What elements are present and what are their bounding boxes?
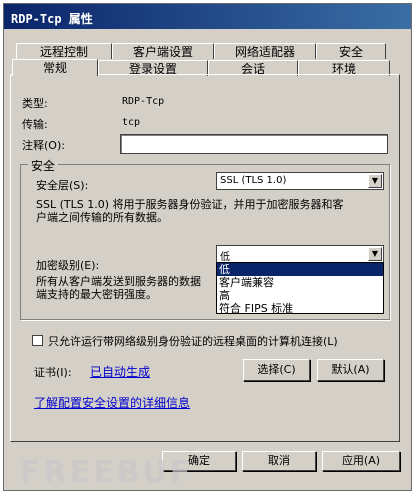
nla-checkbox[interactable]: [32, 335, 43, 346]
chevron-down-icon[interactable]: ▼: [368, 247, 382, 261]
security-layer-label: 安全层(S):: [36, 179, 89, 192]
tab-security[interactable]: 安全: [316, 43, 386, 59]
security-layer-value: SSL (TLS 1.0): [220, 175, 287, 186]
encryption-desc-2: 端支持的最大密钥强度。: [36, 288, 157, 301]
title-bar: RDP-Tcp 属性: [4, 4, 411, 29]
transport-value: tcp: [122, 117, 141, 128]
watermark-logo: FREEBUF: [20, 455, 194, 490]
encryption-level-dropdown: 低 客户端兼容 高 符合 FIPS 标准: [216, 262, 384, 315]
encryption-level-value: 低: [220, 252, 230, 263]
window-title: RDP-Tcp 属性: [11, 12, 93, 26]
comment-input[interactable]: [120, 134, 388, 154]
tab-remote-control[interactable]: 远程控制: [16, 43, 112, 59]
security-group-title: 安全: [28, 157, 59, 174]
nla-checkbox-label[interactable]: 只允许运行带网络级别身份验证的远程桌面的计算机连接(L): [48, 333, 338, 349]
apply-button[interactable]: 应用(A): [322, 451, 400, 471]
security-help-link[interactable]: 了解配置安全设置的详细信息: [34, 394, 190, 411]
security-layer-desc-2: 户端之间传输的所有数据。: [36, 211, 168, 224]
encryption-option-client-compatible[interactable]: 客户端兼容: [217, 276, 383, 289]
tab-network-adapter[interactable]: 网络适配器: [214, 43, 316, 59]
tab-client-settings[interactable]: 客户端设置: [112, 43, 214, 59]
type-value: RDP-Tcp: [122, 96, 165, 107]
default-certificate-button[interactable]: 默认(A): [317, 359, 384, 381]
transport-label: 传输:: [22, 118, 48, 131]
encryption-option-high[interactable]: 高: [217, 289, 383, 302]
select-certificate-button[interactable]: 选择(C): [243, 359, 310, 381]
encryption-option-fips[interactable]: 符合 FIPS 标准: [217, 302, 383, 315]
encryption-option-low[interactable]: 低: [217, 263, 383, 276]
comment-label: 注释(O):: [22, 139, 65, 152]
chevron-down-icon[interactable]: ▼: [368, 174, 382, 188]
tab-general[interactable]: 常规: [12, 59, 98, 76]
security-layer-select[interactable]: SSL (TLS 1.0) ▼: [216, 172, 384, 190]
encryption-level-select[interactable]: 低 ▼: [216, 245, 384, 263]
type-label: 类型:: [22, 97, 48, 110]
certificate-label: 证书(I):: [34, 366, 72, 379]
cancel-button[interactable]: 取消: [242, 451, 316, 471]
certificate-value-link[interactable]: 已自动生成: [90, 363, 150, 380]
encryption-level-label: 加密级别(E):: [36, 259, 100, 272]
